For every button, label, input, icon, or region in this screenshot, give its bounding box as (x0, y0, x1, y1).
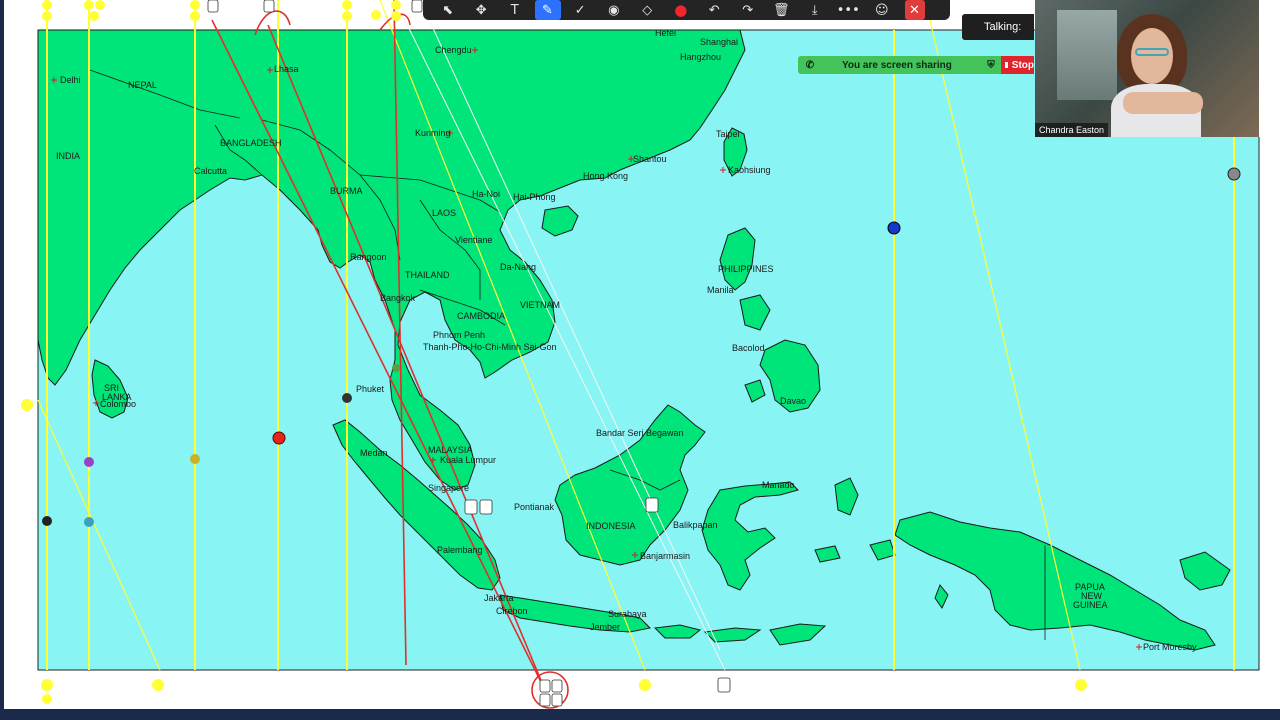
point-red (272, 431, 286, 445)
talking-indicator: Talking: (962, 14, 1034, 40)
label-cirebon: Cirebon (496, 606, 528, 616)
redo-icon[interactable]: ↷ (731, 0, 765, 20)
move-icon[interactable]: ✥ (465, 0, 499, 20)
label-haiphong: Hai-Phong (513, 192, 556, 202)
label-pontianak: Pontianak (514, 502, 555, 512)
video-person-glasses (1135, 48, 1169, 56)
color-icon[interactable]: ● (664, 0, 698, 20)
video-background-window (1057, 10, 1117, 100)
label-manado: Manado (762, 480, 795, 490)
video-side-strip (1259, 0, 1280, 137)
participant-video[interactable]: Chandra Easton (1035, 0, 1259, 137)
video-person-hands (1123, 92, 1203, 114)
phone-icon: ✆ (805, 59, 815, 71)
label-laos: LAOS (432, 208, 456, 218)
label-indonesia: INDONESIA (586, 521, 636, 531)
label-taipei: Taipei (716, 129, 740, 139)
label-davao: Davao (780, 396, 806, 406)
label-colombo: Colombo (100, 399, 136, 409)
trash-icon[interactable]: 🗑 (765, 0, 799, 20)
label-vientiane: Vientiane (455, 235, 492, 245)
shield-icon: ⛨ (987, 59, 995, 71)
label-chengdu: Chengdu (435, 45, 472, 55)
point-teal (84, 517, 94, 527)
label-jember: Jember (590, 622, 620, 632)
label-hanoi: Ha-Noi (472, 189, 500, 199)
label-burma: BURMA (330, 186, 363, 196)
label-kl: Kuala Lumpur (440, 455, 496, 465)
select-icon[interactable]: ⬉ (431, 0, 465, 20)
label-india: INDIA (56, 151, 80, 161)
label-hangzhou: Hangzhou (680, 52, 721, 62)
label-bsb: Bandar Seri Begawan (596, 428, 684, 438)
stamp-icon[interactable]: ✓ (564, 0, 598, 20)
point-blue (887, 221, 901, 235)
participant-name: Chandra Easton (1035, 123, 1109, 137)
label-medan: Medan (360, 448, 388, 458)
annotation-toolbar: ⬉ ✥ T ✎ ✓ ◉ ◇ ● ↶ ↷ 🗑 ⤓ ••• ☺ ✕ (423, 0, 950, 20)
label-lhasa: Lhasa (274, 64, 299, 74)
label-cambodia: CAMBODIA (457, 311, 505, 321)
label-hongkong: Hong Kong (583, 171, 628, 181)
draw-icon[interactable]: ✎ (534, 0, 561, 20)
label-vietnam: VIETNAM (520, 300, 560, 310)
label-bangkok: Bangkok (380, 293, 416, 303)
stop-share-button[interactable]: Stop (1001, 56, 1034, 74)
sharing-banner: ✆ You are screen sharing ⛨ (798, 56, 1001, 74)
label-saigon: Thanh-Pho-Ho-Chi-Minh Sai-Gon (423, 342, 557, 352)
text-icon[interactable]: T (498, 0, 532, 20)
label-balikpapan: Balikpapan (673, 520, 718, 530)
label-manila: Manila (707, 285, 734, 295)
point-black (42, 516, 52, 526)
label-palembang: Palembang (437, 545, 483, 555)
label-calcutta: Calcutta (194, 166, 227, 176)
sharing-text: You are screen sharing (842, 59, 952, 71)
point-gray (1227, 167, 1241, 181)
label-malaysia: MALAYSIA (428, 445, 472, 455)
spotlight-icon[interactable]: ◉ (597, 0, 631, 20)
label-philippines: PHILIPPINES (718, 264, 774, 274)
label-bacolod: Bacolod (732, 343, 765, 353)
point-olive (190, 454, 200, 464)
label-danang: Da-Nang (500, 262, 536, 272)
label-thailand: THAILAND (405, 270, 450, 280)
label-phnompenh: Phnom Penh (433, 330, 485, 340)
save-icon[interactable]: ⤓ (798, 0, 832, 20)
label-hefei: Hefei (655, 28, 676, 38)
label-portmoresby: Port Moresby (1143, 642, 1197, 652)
request-icon[interactable]: ☺ (865, 0, 899, 20)
label-nepal: NEPAL (128, 80, 157, 90)
label-bangladesh: BANGLADESH (220, 138, 282, 148)
more-icon[interactable]: ••• (832, 0, 866, 20)
taskbar-strip (0, 709, 1280, 720)
label-kaohsiung: Kaohsiung (728, 165, 771, 175)
left-frame-edge (0, 0, 4, 709)
label-jakarta: Jakarta (484, 593, 514, 603)
label-delhi: Delhi (60, 75, 81, 85)
label-banjarmasin: Banjarmasin (640, 551, 690, 561)
video-person-face (1131, 28, 1173, 84)
label-rangoon: Rangoon (350, 252, 387, 262)
eraser-icon[interactable]: ◇ (631, 0, 665, 20)
label-phuket: Phuket (356, 384, 385, 394)
stop-label: Stop (1011, 59, 1034, 71)
close-icon[interactable]: ✕ (904, 0, 925, 20)
label-kunming: Kunming (415, 128, 451, 138)
label-png-3: GUINEA (1073, 600, 1108, 610)
label-surabaya: Surabaya (608, 609, 647, 619)
point-dark (342, 393, 352, 403)
point-purple (84, 457, 94, 467)
stop-square-icon (1005, 62, 1008, 68)
undo-icon[interactable]: ↶ (698, 0, 732, 20)
label-singapore: Singapore (428, 483, 469, 493)
label-shanghai: Shanghai (700, 37, 738, 47)
point-green (392, 364, 400, 372)
label-shantou: Shantou (633, 154, 667, 164)
